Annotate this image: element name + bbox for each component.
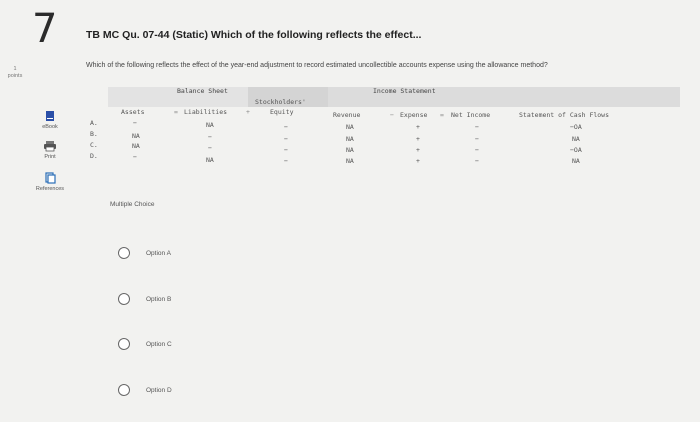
references-icon bbox=[45, 172, 56, 184]
cell-cash: −OA bbox=[570, 146, 582, 154]
group-balance-sheet: Balance Sheet bbox=[177, 87, 228, 95]
question-title: TB MC Qu. 07-44 (Static) Which of the fo… bbox=[86, 29, 422, 41]
radio-button[interactable] bbox=[118, 293, 130, 305]
print-label: Print bbox=[44, 154, 56, 160]
ebook-label: eBook bbox=[42, 124, 58, 130]
cell-net-income: − bbox=[475, 135, 479, 143]
sep-plus: + bbox=[246, 108, 250, 116]
cell-net-income: − bbox=[475, 123, 479, 131]
col-assets: Assets bbox=[121, 108, 145, 116]
cell-assets: − bbox=[133, 119, 137, 127]
cell-equity: − bbox=[284, 146, 288, 154]
question-text: Which of the following reflects the effe… bbox=[86, 62, 548, 69]
book-icon bbox=[46, 111, 54, 121]
multiple-choice-label: Multiple Choice bbox=[110, 201, 155, 208]
radio-button[interactable] bbox=[118, 338, 130, 350]
sep-equals: = bbox=[174, 108, 178, 116]
ebook-tool[interactable]: eBook bbox=[34, 110, 66, 130]
references-tool[interactable]: References bbox=[34, 172, 66, 192]
radio-button[interactable] bbox=[118, 247, 130, 259]
cell-expense: + bbox=[416, 135, 420, 143]
col-expense: Expense bbox=[400, 111, 428, 119]
option-d[interactable]: Option D bbox=[118, 384, 172, 396]
cell-equity: − bbox=[284, 157, 288, 165]
radio-button[interactable] bbox=[118, 384, 130, 396]
print-tool[interactable]: Print bbox=[34, 140, 66, 160]
option-b[interactable]: Option B bbox=[118, 293, 171, 305]
question-number: 7 bbox=[32, 6, 58, 52]
sep-minus: − bbox=[390, 111, 394, 119]
cell-liabilities: NA bbox=[206, 156, 214, 164]
cell-expense: + bbox=[416, 123, 420, 131]
cell-expense: + bbox=[416, 146, 420, 154]
cell-equity: − bbox=[284, 135, 288, 143]
cell-liabilities: − bbox=[208, 144, 212, 152]
cell-liabilities: NA bbox=[206, 121, 214, 129]
cell-assets: − bbox=[133, 153, 137, 161]
group-income-statement: Income Statement bbox=[373, 87, 436, 95]
cell-assets: NA bbox=[132, 142, 140, 150]
sep-equals: = bbox=[440, 111, 444, 119]
option-a[interactable]: Option A bbox=[118, 247, 171, 259]
option-label: Option D bbox=[146, 386, 172, 394]
cell-revenue: NA bbox=[346, 146, 354, 154]
col-revenue: Revenue bbox=[333, 111, 361, 119]
option-label: Option A bbox=[146, 249, 171, 257]
cell-liabilities: − bbox=[208, 133, 212, 141]
cell-net-income: − bbox=[475, 157, 479, 165]
row-letter: B. bbox=[90, 130, 98, 138]
points-value: 1 points bbox=[7, 66, 23, 79]
option-c[interactable]: Option C bbox=[118, 338, 172, 350]
cell-revenue: NA bbox=[346, 123, 354, 131]
cell-net-income: − bbox=[475, 146, 479, 154]
cell-revenue: NA bbox=[346, 135, 354, 143]
cell-expense: + bbox=[416, 157, 420, 165]
row-letter: A. bbox=[90, 119, 98, 127]
points-label: 1 points bbox=[2, 66, 28, 80]
cell-equity: − bbox=[284, 123, 288, 131]
col-equity-1: Stockholders' bbox=[255, 98, 306, 106]
cell-cash: −OA bbox=[570, 123, 582, 131]
references-label: References bbox=[35, 186, 65, 192]
cell-cash: NA bbox=[572, 135, 580, 143]
col-cash-flows: Statement of Cash Flows bbox=[519, 111, 610, 119]
col-liabilities: Liabilities bbox=[184, 108, 228, 116]
cell-cash: NA bbox=[572, 157, 580, 165]
print-icon bbox=[44, 141, 56, 152]
option-label: Option B bbox=[146, 295, 172, 303]
row-letter: C. bbox=[90, 141, 98, 149]
cell-assets: NA bbox=[132, 132, 140, 140]
col-net-income: Net Income bbox=[451, 111, 491, 119]
col-equity-2: Equity bbox=[270, 108, 294, 116]
option-label: Option C bbox=[146, 340, 172, 348]
answer-table: Balance Sheet Income Statement Assets = … bbox=[88, 82, 680, 174]
row-letter: D. bbox=[90, 152, 98, 160]
cell-revenue: NA bbox=[346, 157, 354, 165]
